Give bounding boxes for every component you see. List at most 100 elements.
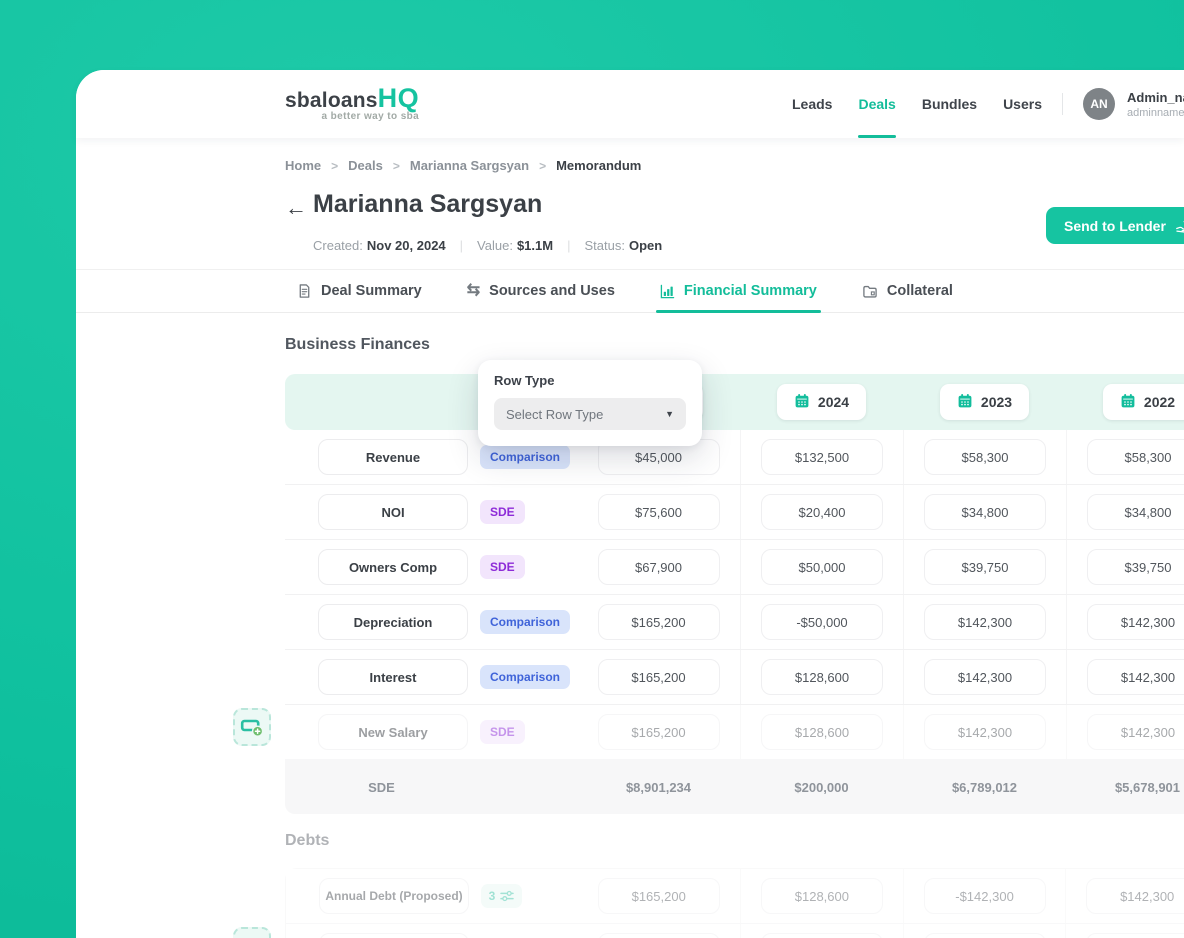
value-cell[interactable]: $20,400	[761, 494, 883, 530]
debt-count: 3	[489, 889, 496, 903]
value-cell[interactable]: $128,600	[761, 714, 883, 750]
main-nav: Leads Deals Bundles Users AN Admin_name …	[792, 70, 1184, 138]
tab-sources-and-uses[interactable]: ⇆ Sources and Uses	[467, 270, 615, 312]
summary-value: $8,901,234	[577, 780, 740, 795]
table-row-annual-debt: Annual Debt (Proposed) 3 $165,200 $128,6…	[286, 869, 1184, 924]
breadcrumb-separator: >	[393, 159, 400, 173]
row-name[interactable]: Annual Debt (Proposed)	[319, 878, 469, 914]
row-type-badge: Comparison	[480, 665, 570, 689]
value-cell[interactable]: $128,600	[761, 659, 883, 695]
value-cell[interactable]: $58,300	[1087, 439, 1184, 475]
tab-deal-summary[interactable]: Deal Summary	[297, 270, 422, 312]
tab-label: Collateral	[887, 283, 953, 299]
value-cell[interactable]: $128,600	[761, 878, 883, 914]
debts-heading: Debts	[285, 832, 1184, 850]
summary-label: SDE	[285, 780, 478, 795]
select-placeholder: Select Row Type	[506, 407, 603, 422]
back-arrow-icon[interactable]: ←	[285, 197, 307, 219]
summary-value: $6,789,012	[903, 780, 1066, 795]
row-name[interactable]: NOI	[318, 494, 468, 530]
row-type-select[interactable]: Select Row Type ▼	[494, 398, 686, 430]
summary-value: $200,000	[740, 780, 903, 795]
table-row-depreciation: Depreciation Comparison $165,200 -$50,00…	[285, 595, 1184, 650]
value-cell[interactable]: $165,200	[598, 714, 720, 750]
nav-item-users[interactable]: Users	[1003, 70, 1042, 138]
row-name[interactable]: Depreciation	[318, 604, 468, 640]
row-name[interactable]: New Salary	[318, 714, 468, 750]
business-finances-table: 2025 2024 2023 2022	[285, 374, 1184, 814]
value-cell[interactable]: $34,800	[924, 494, 1046, 530]
logo-text: sbaloans	[285, 89, 378, 113]
value-cell[interactable]: $142,300	[924, 714, 1046, 750]
table-row-revenue: Revenue Comparison $45,000 $132,500 $58,…	[285, 430, 1184, 485]
nav-divider	[1062, 93, 1063, 115]
value-cell[interactable]: $142,300	[1087, 714, 1184, 750]
value-cell[interactable]: $39,750	[1087, 549, 1184, 585]
year-column-2023[interactable]: 2023	[940, 384, 1029, 420]
tab-label: Financial Summary	[684, 283, 817, 299]
value-cell[interactable]: $142,300	[1087, 659, 1184, 695]
tab-financial-summary[interactable]: Financial Summary	[660, 270, 817, 312]
debt-count-badge[interactable]: 3	[481, 884, 523, 908]
value-cell[interactable]	[598, 933, 720, 938]
table-header-row: 2025 2024 2023 2022	[285, 374, 1184, 430]
value-cell[interactable]: -$142,300	[924, 878, 1046, 914]
value-cell[interactable]: $142,300	[924, 604, 1046, 640]
chevron-down-icon: ▼	[665, 409, 674, 419]
app-logo[interactable]: sbaloans HQ a better way to sba	[285, 83, 419, 122]
nav-item-leads[interactable]: Leads	[792, 70, 832, 138]
add-row-icon	[240, 717, 264, 738]
table-row-interest: Interest Comparison $165,200 $128,600 $1…	[285, 650, 1184, 705]
value-cell[interactable]: $142,300	[1087, 604, 1184, 640]
main-card: sbaloans HQ a better way to sba Leads De…	[76, 70, 1184, 938]
row-type-badge: SDE	[480, 500, 525, 524]
value-cell[interactable]: $39,750	[924, 549, 1046, 585]
bar-chart-icon	[660, 284, 675, 299]
value-cell[interactable]: $142,300	[924, 659, 1046, 695]
table-row-partial	[286, 924, 1184, 938]
value-cell[interactable]: $67,900	[598, 549, 720, 585]
document-icon	[297, 283, 312, 299]
value-cell[interactable]: $58,300	[924, 439, 1046, 475]
value-cell[interactable]: $165,200	[598, 659, 720, 695]
year-column-2022[interactable]: 2022	[1103, 384, 1184, 420]
table-row-owners-comp: Owners Comp SDE $67,900 $50,000 $39,750 …	[285, 540, 1184, 595]
value-cell[interactable]	[1086, 933, 1184, 938]
breadcrumb-deals[interactable]: Deals	[348, 158, 383, 173]
value-cell[interactable]: $165,200	[598, 604, 720, 640]
breadcrumb-deal-name[interactable]: Marianna Sargsyan	[410, 158, 529, 173]
tab-collateral[interactable]: Collateral	[862, 270, 953, 312]
value-cell[interactable]: -$50,000	[761, 604, 883, 640]
year-column-2024[interactable]: 2024	[777, 384, 866, 420]
table-row-noi: NOI SDE $75,600 $20,400 $34,800 $34,800	[285, 485, 1184, 540]
calendar-icon	[1120, 393, 1136, 412]
value-cell[interactable]: $75,600	[598, 494, 720, 530]
year-label: 2023	[981, 394, 1012, 410]
sde-summary-row: SDE $8,901,234 $200,000 $6,789,012 $5,67…	[285, 760, 1184, 814]
user-menu[interactable]: Admin_name adminname76@gr	[1127, 90, 1184, 119]
value-cell[interactable]: $142,300	[1086, 878, 1184, 914]
row-name[interactable]	[319, 933, 469, 938]
row-name[interactable]: Revenue	[318, 439, 468, 475]
row-name[interactable]: Interest	[318, 659, 468, 695]
swap-arrows-icon: ⇆	[467, 283, 480, 299]
value-cell[interactable]: $132,500	[761, 439, 883, 475]
breadcrumb-current: Memorandum	[556, 158, 641, 173]
add-row-button[interactable]	[233, 927, 271, 938]
send-to-lender-button[interactable]: Send to Lender	[1046, 207, 1184, 244]
row-name[interactable]: Owners Comp	[318, 549, 468, 585]
row-type-badge: Comparison	[480, 610, 570, 634]
value-cell[interactable]	[924, 933, 1046, 938]
folder-icon	[862, 284, 878, 299]
nav-item-deals[interactable]: Deals	[858, 70, 895, 138]
add-row-button[interactable]	[233, 708, 271, 746]
value-cell[interactable]: $34,800	[1087, 494, 1184, 530]
nav-item-bundles[interactable]: Bundles	[922, 70, 977, 138]
avatar[interactable]: AN	[1083, 88, 1115, 120]
value-cell[interactable]: $165,200	[598, 878, 720, 914]
send-to-lender-label: Send to Lender	[1064, 218, 1166, 234]
value-cell[interactable]: $50,000	[761, 549, 883, 585]
tab-label: Sources and Uses	[489, 283, 615, 299]
breadcrumb-home[interactable]: Home	[285, 158, 321, 173]
value-cell[interactable]	[761, 933, 883, 938]
